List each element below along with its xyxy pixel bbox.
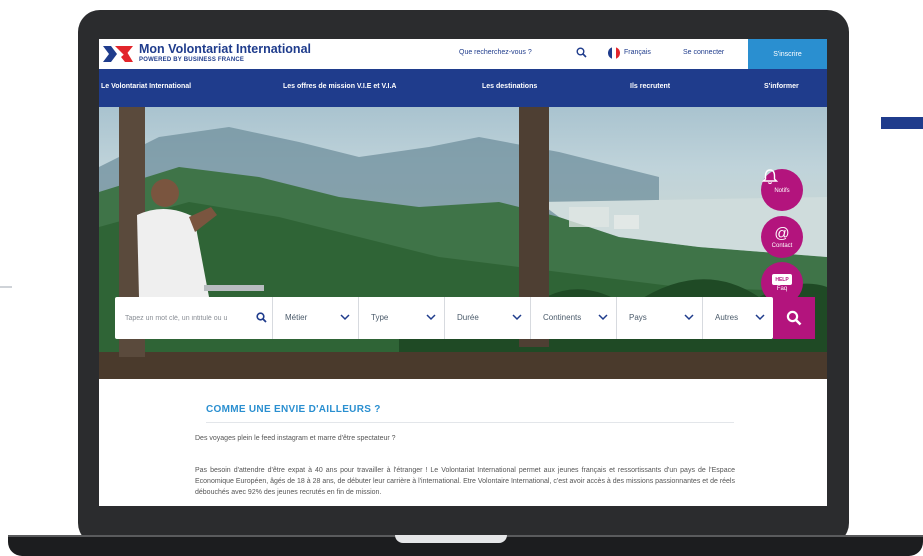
site-search-prompt[interactable]: Que recherchez-vous ?	[459, 49, 532, 56]
help-badge-label: HELP	[775, 276, 789, 283]
nav-item-volontariat[interactable]: Le Volontariat International	[101, 83, 191, 90]
chevron-down-icon	[426, 314, 436, 321]
laptop-screen: Mon Volontariat International POWERED BY…	[99, 39, 827, 506]
nav-item-recrutent[interactable]: Ils recrutent	[630, 83, 670, 90]
search-submit-button[interactable]	[773, 297, 815, 339]
search-icon	[786, 310, 802, 326]
filter-continents[interactable]: Continents	[530, 297, 616, 339]
signup-button[interactable]: S'inscrire	[748, 39, 827, 69]
section-divider	[206, 422, 734, 423]
brand-subtitle: POWERED BY BUSINESS FRANCE	[139, 57, 245, 63]
filter-duree-label: Durée	[457, 313, 479, 322]
search-icon[interactable]	[576, 47, 587, 58]
chevron-down-icon	[512, 314, 522, 321]
filter-continents-label: Continents	[543, 313, 582, 322]
body-paragraph: Pas besoin d'attendre d'être expat à 40 …	[195, 467, 735, 496]
contact-label: Contact	[771, 242, 793, 249]
bell-icon	[761, 169, 779, 185]
intro-paragraph: Des voyages plein le feed instagram et m…	[195, 435, 396, 442]
top-bar: Mon Volontariat International POWERED BY…	[99, 39, 827, 69]
search-icon[interactable]	[256, 312, 267, 323]
at-sign-icon: @	[774, 224, 790, 242]
faq-label: Faq	[776, 286, 788, 292]
nav-item-informer[interactable]: S'informer	[764, 83, 799, 90]
intro-section: COMME UNE ENVIE D'AILLEURS ? Des voyages…	[99, 379, 827, 506]
chevron-down-icon	[755, 314, 765, 321]
chevron-down-icon	[598, 314, 608, 321]
brand-logo-icon[interactable]	[101, 43, 135, 65]
filter-autres-label: Autres	[715, 313, 739, 322]
help-bubble-icon: HELP	[772, 274, 792, 285]
contact-button[interactable]: @ Contact	[761, 216, 803, 258]
decorative-line	[0, 286, 12, 288]
mission-search-bar: Métier Type Durée Continents Pays Autres	[115, 297, 773, 339]
french-flag-icon[interactable]	[608, 47, 620, 59]
main-nav: Le Volontariat International Les offres …	[99, 69, 827, 107]
laptop-notch	[395, 535, 507, 543]
decorative-bar	[881, 117, 923, 129]
filter-type[interactable]: Type	[358, 297, 444, 339]
keyword-search-input[interactable]	[115, 297, 270, 339]
filter-autres[interactable]: Autres	[702, 297, 773, 339]
filter-type-label: Type	[371, 313, 389, 322]
chevron-down-icon	[340, 314, 350, 321]
filter-pays[interactable]: Pays	[616, 297, 702, 339]
filter-metier-label: Métier	[285, 313, 308, 322]
login-link[interactable]: Se connecter	[683, 49, 724, 56]
nav-item-destinations[interactable]: Les destinations	[482, 83, 537, 90]
notifications-label: Notifs	[774, 187, 790, 194]
language-selector[interactable]: Français	[624, 49, 651, 56]
notifications-button[interactable]: Notifs	[761, 169, 803, 211]
filter-pays-label: Pays	[629, 313, 647, 322]
nav-item-offres[interactable]: Les offres de mission V.I.E et V.I.A	[283, 83, 396, 90]
brand-title[interactable]: Mon Volontariat International	[139, 42, 311, 56]
filter-duree[interactable]: Durée	[444, 297, 530, 339]
section-title: COMME UNE ENVIE D'AILLEURS ?	[206, 404, 381, 415]
chevron-down-icon	[684, 314, 694, 321]
filter-metier[interactable]: Métier	[272, 297, 358, 339]
